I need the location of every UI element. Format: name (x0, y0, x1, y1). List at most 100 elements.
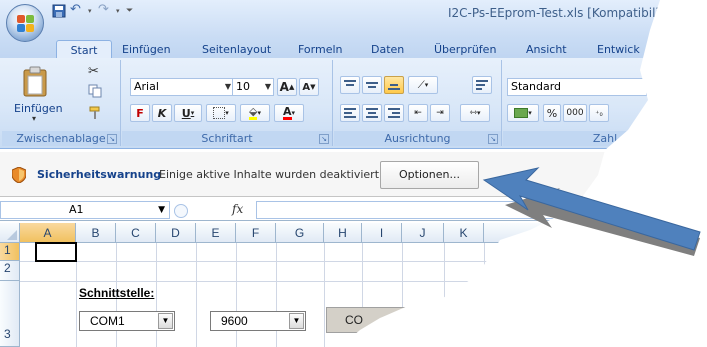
customize-qat-icon[interactable]: ⏷ (126, 4, 140, 18)
increase-indent-icon[interactable]: ⇥ (430, 104, 450, 122)
tab-ueberpruefen[interactable]: Überprüfen (434, 40, 496, 59)
connect-button[interactable]: CO (326, 307, 416, 333)
align-top-icon[interactable] (340, 76, 360, 94)
name-box-dropdown-icon[interactable]: ▼ (158, 202, 165, 218)
currency-format-icon[interactable]: ▾ (507, 104, 539, 122)
format-painter-icon[interactable] (88, 106, 102, 123)
select-all-corner[interactable] (0, 223, 20, 243)
column-header[interactable]: E (196, 223, 236, 243)
borders-button[interactable]: ▾ (206, 104, 236, 122)
underline-button[interactable]: U ▾ (174, 104, 202, 122)
font-size-combo[interactable]: 10 ▼ (232, 78, 274, 96)
ribbon-tabs: Start Einfügen Seitenlayout Formeln Date… (0, 38, 707, 59)
tab-entwicklertools[interactable]: Entwick (597, 40, 640, 59)
insert-function-icon[interactable]: fx (232, 202, 243, 216)
borders-icon (213, 107, 226, 119)
name-box[interactable]: A1 ▼ (0, 201, 170, 219)
orientation-icon[interactable]: ⟋ ▾ (408, 76, 438, 94)
gridline (276, 243, 277, 347)
tab-seitenlayout[interactable]: Seitenlayout (202, 40, 271, 59)
column-header-empty[interactable] (484, 223, 707, 243)
paste-button[interactable]: Einfügen ▾ (14, 66, 63, 123)
align-right-icon[interactable] (384, 104, 404, 122)
gridline (444, 243, 445, 347)
column-header[interactable]: C (116, 223, 156, 243)
wrap-text-icon[interactable] (472, 76, 492, 94)
gridline (20, 281, 707, 282)
tab-daten[interactable]: Daten (371, 40, 404, 59)
security-warning-title: Sicherheitswarnung (37, 168, 162, 181)
clipboard-launcher-icon[interactable]: ↘ (107, 134, 117, 144)
decrease-indent-icon[interactable]: ⇤ (408, 104, 428, 122)
tab-start[interactable]: Start (56, 40, 112, 59)
font-launcher-icon[interactable]: ↘ (319, 134, 329, 144)
column-header[interactable]: H (324, 223, 362, 243)
office-logo-icon (17, 15, 35, 33)
row-header[interactable]: 3 (0, 281, 20, 347)
font-color-button[interactable]: A ▾ (274, 104, 304, 122)
formula-bar: A1 ▼ fx (0, 199, 707, 221)
port-combo[interactable]: COM1 ▼ (79, 311, 175, 331)
redo-icon[interactable]: ↷ (98, 3, 112, 18)
undo-dropdown-icon[interactable]: ▾ (88, 4, 94, 18)
align-middle-icon[interactable] (362, 76, 382, 94)
active-cell[interactable] (35, 242, 77, 262)
copy-icon[interactable] (88, 84, 102, 101)
office-button[interactable] (6, 4, 44, 42)
font-name-combo[interactable]: Arial ▼ (130, 78, 234, 96)
increase-decimal-icon[interactable]: ⁺₀ (589, 104, 609, 122)
fill-color-button[interactable]: ⬙ ▾ (240, 104, 270, 122)
font-group: Arial ▼ 10 ▼ A ▲ A ▼ F K U ▾ ▾ ⬙ ▾ A ▾ Schrifta… (122, 60, 333, 146)
number-group: Standard ▾ % 000 ⁺₀ Zahl (503, 60, 707, 146)
baud-dropdown-icon[interactable]: ▼ (289, 313, 304, 329)
paste-dropdown-icon[interactable]: ▾ (32, 114, 36, 123)
thousands-format-button[interactable]: 000 (563, 104, 587, 122)
column-header[interactable]: I (362, 223, 402, 243)
tab-einfuegen[interactable]: Einfügen (122, 40, 171, 59)
clipboard-group-label: Zwischenablage (2, 131, 120, 146)
save-icon[interactable] (52, 4, 66, 18)
baud-combo[interactable]: 9600 ▼ (210, 311, 306, 331)
gridline (196, 243, 197, 347)
security-warning-message: Einige aktive Inhalte wurden deaktiviert… (159, 168, 383, 181)
bold-button[interactable]: F (130, 104, 150, 122)
window-title: I2C-Ps-EEprom-Test.xls [Kompatibilität (448, 6, 676, 20)
tab-formeln[interactable]: Formeln (298, 40, 343, 59)
shrink-font-button[interactable]: A ▼ (299, 78, 319, 96)
options-button[interactable]: Optionen... (380, 161, 479, 189)
number-format-combo[interactable]: Standard (507, 78, 647, 96)
grow-font-button[interactable]: A ▲ (277, 78, 297, 96)
column-header[interactable]: K (444, 223, 484, 243)
row-header[interactable]: 2 (0, 261, 20, 281)
italic-button[interactable]: K (152, 104, 172, 122)
alignment-launcher-icon[interactable]: ↘ (488, 134, 498, 144)
column-header[interactable]: D (156, 223, 196, 243)
number-group-label: Zahl (503, 131, 707, 146)
shield-icon (12, 167, 26, 183)
port-dropdown-icon[interactable]: ▼ (158, 313, 173, 329)
formula-cancel-icon[interactable] (174, 204, 188, 218)
column-header[interactable]: A (20, 223, 76, 243)
redo-dropdown-icon[interactable]: ▾ (116, 4, 122, 18)
quick-access-toolbar: ↶ ▾ ↷ ▾ ⏷ (52, 3, 140, 18)
row-header[interactable]: 1 (0, 243, 20, 261)
column-header[interactable]: B (76, 223, 116, 243)
formula-input[interactable] (256, 201, 707, 219)
align-center-icon[interactable] (362, 104, 382, 122)
alignment-group: ⟋ ▾ ⇤ ⇥ ⇿ ▾ Ausrichtung ↘ (334, 60, 502, 146)
cut-icon[interactable]: ✂ (88, 64, 99, 79)
merge-center-icon[interactable]: ⇿ ▾ (460, 104, 490, 122)
worksheet-grid[interactable]: A B C D E F G H I J K 1 2 3 Schnittstell… (0, 223, 707, 347)
percent-format-button[interactable]: % (543, 104, 561, 122)
undo-icon[interactable]: ↶ (70, 3, 84, 18)
gridline (236, 243, 237, 347)
gridline (484, 243, 485, 347)
align-bottom-icon[interactable] (384, 76, 404, 94)
column-header[interactable]: F (236, 223, 276, 243)
tab-ansicht[interactable]: Ansicht (526, 40, 567, 59)
align-left-icon[interactable] (340, 104, 360, 122)
section-label: Schnittstelle: (79, 286, 155, 300)
column-header[interactable]: G (276, 223, 324, 243)
column-header[interactable]: J (402, 223, 444, 243)
gridline (324, 243, 325, 347)
